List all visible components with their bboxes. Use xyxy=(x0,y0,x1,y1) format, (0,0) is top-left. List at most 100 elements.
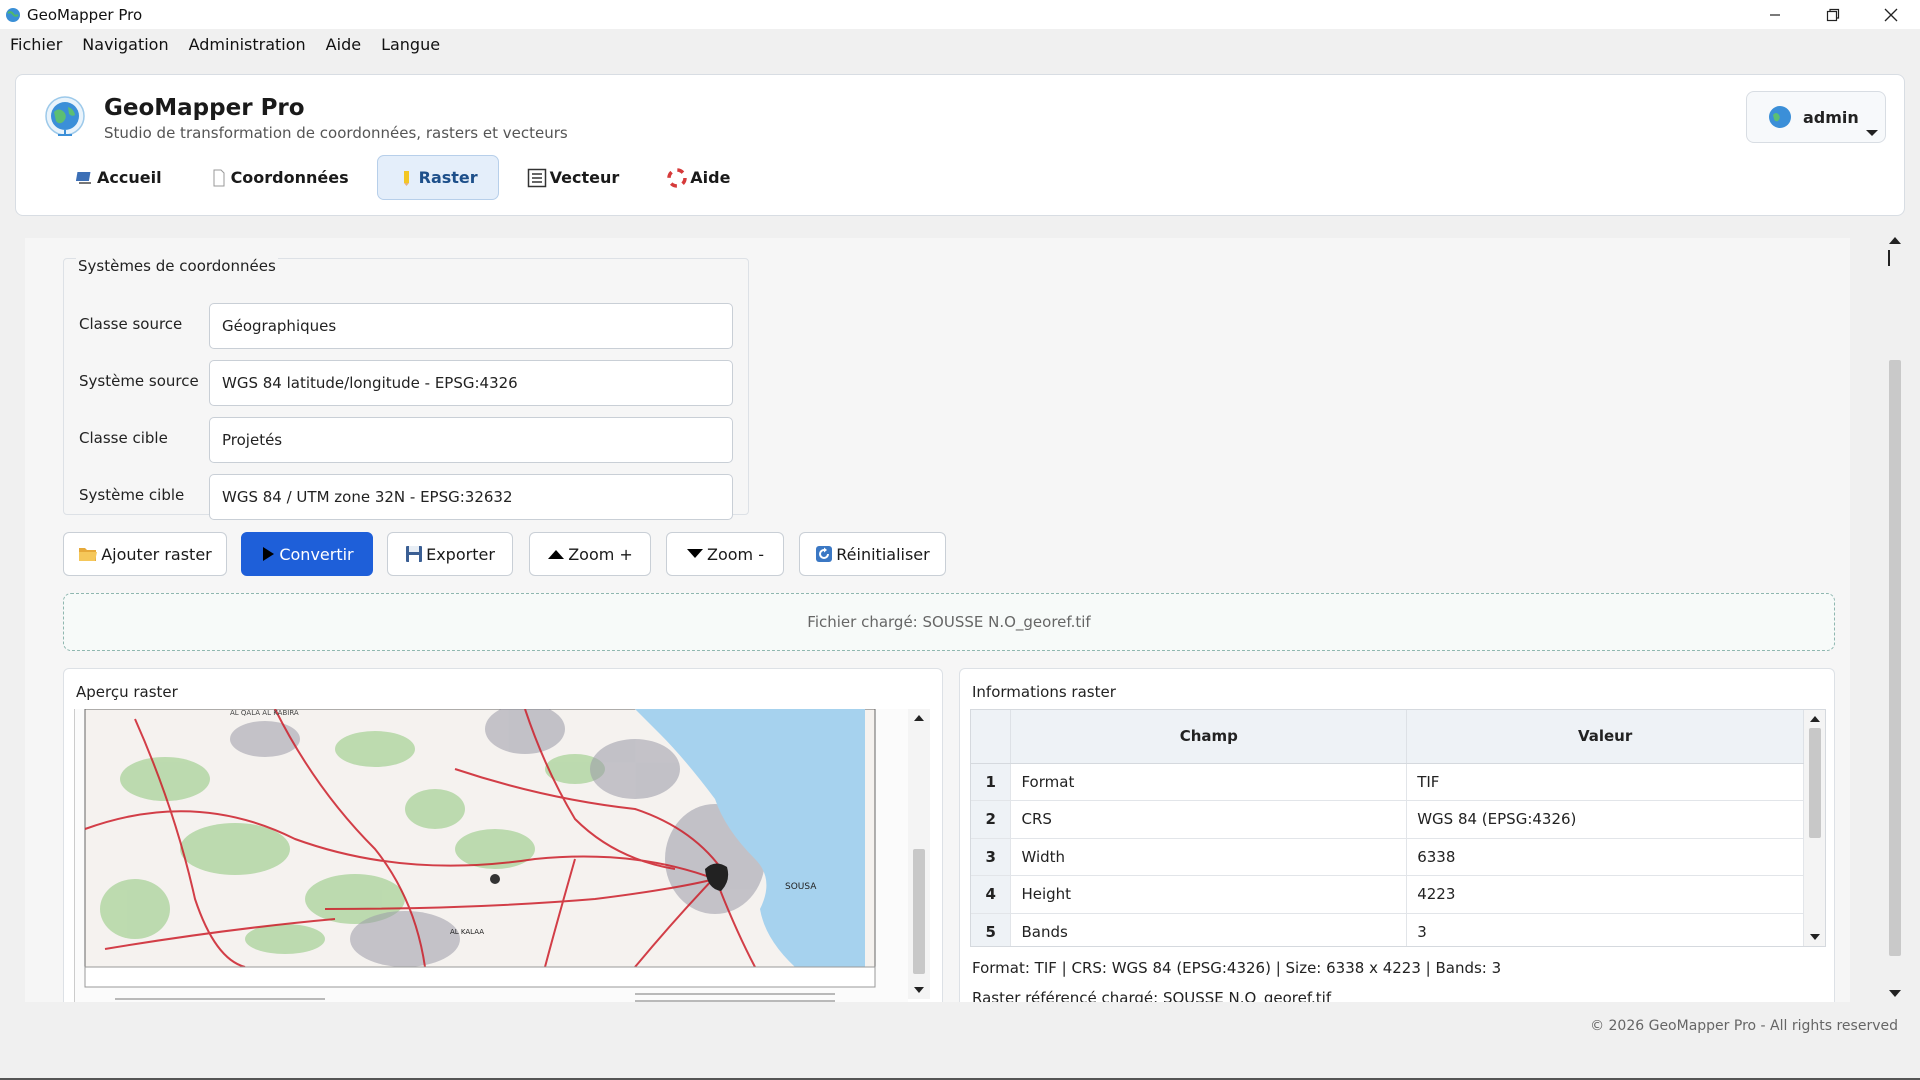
tab-raster-label: Raster xyxy=(418,168,478,187)
menu-administration[interactable]: Administration xyxy=(179,35,316,54)
menu-bar: Fichier Navigation Administration Aide L… xyxy=(0,29,1920,59)
raster-preview-panel: Aperçu raster SOUSA AL QALA AL KABIRA AL… xyxy=(63,668,943,1002)
app-name: GeoMapper Pro xyxy=(104,95,305,121)
tab-coordonnees[interactable]: Coordonnées xyxy=(190,155,369,200)
copyright-text: © 2026 GeoMapper Pro - All rights reserv… xyxy=(1590,1018,1898,1034)
column-header-valeur[interactable]: Valeur xyxy=(1406,710,1804,764)
crs-group: Systèmes de coordonnées Classe source Gé… xyxy=(63,257,749,520)
table-row[interactable]: 5 Bands 3 xyxy=(971,913,1804,946)
minimize-icon xyxy=(1770,13,1780,16)
window-title: GeoMapper Pro xyxy=(27,5,143,24)
row-number: 2 xyxy=(971,800,1012,839)
tab-accueil-label: Accueil xyxy=(97,168,162,187)
row-number: 5 xyxy=(971,913,1012,946)
triangle-down-icon xyxy=(687,549,703,558)
raster-content-area: Systèmes de coordonnées Classe source Gé… xyxy=(25,238,1850,1002)
loaded-file-text: Fichier chargé: SOUSSE N.O_georef.tif xyxy=(807,613,1091,631)
cell-field[interactable]: CRS xyxy=(1010,800,1408,839)
cell-value[interactable]: WGS 84 (EPSG:4326) xyxy=(1406,800,1804,839)
cell-field[interactable]: Bands xyxy=(1010,913,1408,946)
cell-field[interactable]: Width xyxy=(1010,838,1408,876)
folder-icon xyxy=(79,548,98,561)
tab-accueil[interactable]: Accueil xyxy=(56,155,182,200)
export-label: Exporter xyxy=(426,544,495,564)
raster-summary-text: Format: TIF | CRS: WGS 84 (EPSG:4326) | … xyxy=(972,959,1502,977)
source-class-label: Classe source xyxy=(79,315,183,333)
triangle-up-icon xyxy=(548,550,565,559)
globe-avatar-icon xyxy=(1769,106,1791,128)
row-number: 4 xyxy=(971,875,1012,914)
table-row[interactable]: 2 CRS WGS 84 (EPSG:4326) xyxy=(971,800,1804,839)
user-menu-button[interactable]: admin xyxy=(1746,91,1886,143)
tab-raster[interactable]: Raster xyxy=(376,155,499,200)
menu-langue[interactable]: Langue xyxy=(371,35,450,54)
cell-field[interactable]: Format xyxy=(1010,763,1408,801)
menu-navigation[interactable]: Navigation xyxy=(72,35,178,54)
menu-fichier[interactable]: Fichier xyxy=(0,35,72,54)
row-number: 1 xyxy=(971,763,1012,801)
column-header-champ[interactable]: Champ xyxy=(1010,710,1408,764)
target-class-combo[interactable]: Projetés xyxy=(209,417,733,463)
raster-map-view[interactable]: SOUSA AL QALA AL KABIRA AL KALAA xyxy=(74,709,908,1002)
source-system-combo[interactable]: WGS 84 latitude/longitude - EPSG:4326 xyxy=(209,360,733,406)
cell-value[interactable]: 6338 xyxy=(1406,838,1804,876)
globe-logo-icon xyxy=(45,96,85,136)
tab-vecteur[interactable]: Vecteur xyxy=(507,155,640,200)
save-icon xyxy=(406,546,423,562)
menu-aide[interactable]: Aide xyxy=(316,35,371,54)
globe-icon xyxy=(6,7,20,22)
loaded-file-banner: Fichier chargé: SOUSSE N.O_georef.tif xyxy=(63,593,1835,651)
preview-title: Aperçu raster xyxy=(76,683,178,701)
raster-log-text: Raster référencé chargé: SOUSSE N.O_geor… xyxy=(972,989,1332,1002)
monitor-icon xyxy=(76,171,91,184)
add-raster-label: Ajouter raster xyxy=(101,544,212,564)
raster-map-image: SOUSA AL QALA AL KABIRA AL KALAA xyxy=(75,709,908,1002)
main-tabs: Accueil Coordonnées Raster Vecteur Aide xyxy=(56,155,758,200)
close-button[interactable] xyxy=(1862,0,1920,29)
zoom-out-label: Zoom - xyxy=(707,544,764,564)
tab-aide[interactable]: Aide xyxy=(647,155,750,200)
footer: © 2026 GeoMapper Pro - All rights reserv… xyxy=(0,1010,1920,1046)
table-row[interactable]: 1 Format TIF xyxy=(971,763,1804,801)
raster-info-panel: Informations raster Champ Valeur 1 Forma… xyxy=(959,668,1835,1002)
main-vertical-scrollbar[interactable] xyxy=(1883,230,1907,1006)
target-class-label: Classe cible xyxy=(79,429,168,447)
table-vertical-scrollbar[interactable] xyxy=(1804,710,1826,946)
export-button[interactable]: Exporter xyxy=(387,532,513,576)
zoom-out-button[interactable]: Zoom - xyxy=(666,532,784,576)
cell-field[interactable]: Height xyxy=(1010,875,1408,914)
add-raster-button[interactable]: Ajouter raster xyxy=(63,532,227,576)
cell-value[interactable]: 4223 xyxy=(1406,875,1804,914)
source-class-combo[interactable]: Géographiques xyxy=(209,303,733,349)
tab-vecteur-label: Vecteur xyxy=(549,168,620,187)
zoom-in-button[interactable]: Zoom + xyxy=(529,532,651,576)
convert-button[interactable]: Convertir xyxy=(241,532,373,576)
pencil-icon xyxy=(403,170,409,186)
row-number: 3 xyxy=(971,838,1012,876)
tab-aide-label: Aide xyxy=(690,168,731,187)
convert-label: Convertir xyxy=(279,544,354,564)
reset-button[interactable]: Réinitialiser xyxy=(799,532,946,576)
table-row[interactable]: 4 Height 4223 xyxy=(971,875,1804,914)
cell-value[interactable]: TIF xyxy=(1406,763,1804,801)
restore-button[interactable] xyxy=(1804,0,1862,29)
map-label-kalaa: AL KALAA xyxy=(450,928,484,936)
table-row[interactable]: 3 Width 6338 xyxy=(971,838,1804,876)
map-label-top: AL QALA AL KABIRA xyxy=(230,709,299,717)
caret-down-icon xyxy=(1866,130,1878,136)
header-card: GeoMapper Pro Studio de transformation d… xyxy=(15,74,1905,216)
app-subtitle: Studio de transformation de coordonnées,… xyxy=(104,124,568,142)
lifebuoy-icon xyxy=(667,167,688,188)
preview-vertical-scrollbar[interactable] xyxy=(908,709,930,999)
cell-value[interactable]: 3 xyxy=(1406,913,1804,946)
restore-icon xyxy=(1826,8,1840,21)
map-label-sousa: SOUSA xyxy=(785,882,817,892)
raster-info-table: Champ Valeur 1 Format TIF 2 CRS WGS 84 (… xyxy=(970,709,1826,947)
close-icon xyxy=(1884,8,1898,21)
play-icon xyxy=(263,547,275,561)
target-system-label: Système cible xyxy=(79,486,185,504)
minimize-button[interactable] xyxy=(1746,0,1804,29)
list-icon xyxy=(527,168,546,187)
target-system-combo[interactable]: WGS 84 / UTM zone 32N - EPSG:32632 xyxy=(209,474,733,520)
table-corner xyxy=(971,710,1012,764)
